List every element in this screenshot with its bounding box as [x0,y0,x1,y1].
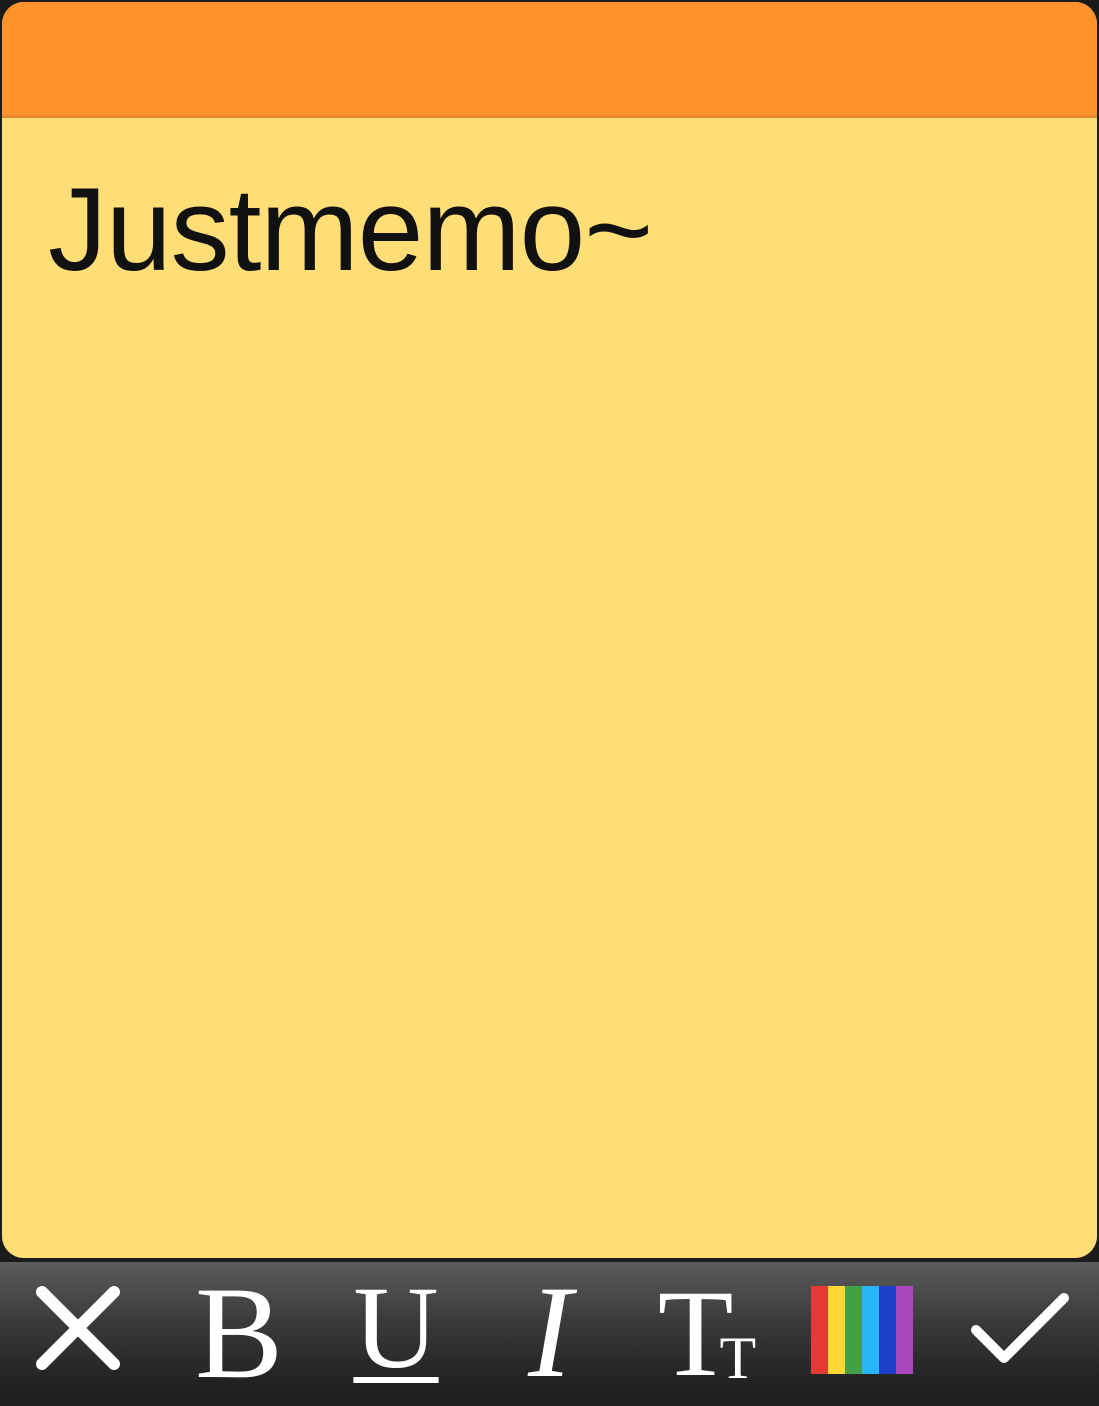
close-button[interactable] [22,1262,134,1394]
formatting-toolbar: B U I T T [0,1262,1099,1399]
italic-button[interactable]: I [505,1262,595,1398]
color-palette-icon [811,1286,913,1374]
palette-stripe [896,1286,913,1374]
underline-button[interactable]: U [346,1262,446,1394]
confirm-button[interactable] [966,1262,1074,1394]
font-size-button[interactable]: T T [648,1262,766,1396]
checkmark-icon [971,1293,1069,1363]
italic-label: I [528,1258,572,1405]
memo-card: Justmemo~ [2,2,1097,1258]
palette-stripe [862,1286,879,1374]
close-icon [36,1286,120,1370]
font-size-label-small: T [719,1325,757,1391]
bold-button[interactable]: B [180,1262,298,1399]
bold-label: B [194,1259,284,1406]
memo-text[interactable]: Justmemo~ [48,160,653,300]
palette-stripe [828,1286,845,1374]
palette-stripe [811,1286,828,1374]
palette-stripe [879,1286,896,1374]
underline-label: U [353,1262,439,1393]
memo-window: Justmemo~ B U I T T [0,0,1099,1399]
memo-text-area[interactable]: Justmemo~ [2,118,1097,1258]
memo-header-bar [2,2,1097,118]
palette-stripe [845,1286,862,1374]
color-button[interactable] [806,1262,918,1394]
